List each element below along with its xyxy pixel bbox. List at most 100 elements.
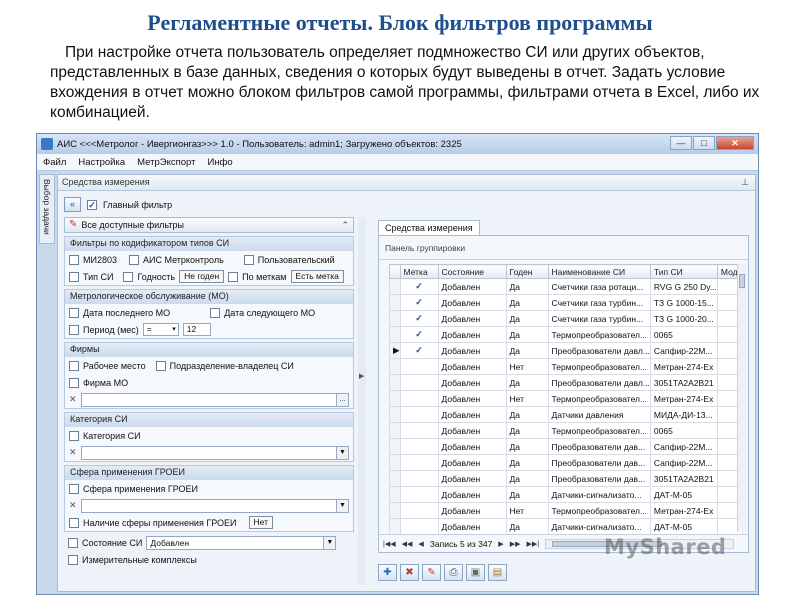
cell-mark[interactable] — [399, 454, 439, 471]
cell-mark[interactable]: ✓ — [399, 310, 439, 327]
cell-type[interactable]: ДАТ-М-05 — [649, 486, 718, 503]
division-checkbox[interactable] — [155, 360, 166, 371]
next-page-icon[interactable]: ▶▶ — [510, 540, 521, 548]
main-filter-checkbox[interactable]: ✓ — [87, 199, 97, 210]
cell-type[interactable]: RVG G 250 Dy... — [649, 278, 718, 295]
col-mark[interactable]: Метка — [399, 264, 439, 279]
row-selector[interactable] — [389, 358, 401, 375]
category-select[interactable]: ▼ — [81, 445, 349, 460]
cell-mark[interactable] — [399, 358, 439, 375]
period-operator-select[interactable]: = ▾ — [142, 323, 179, 336]
cell-valid[interactable]: Да — [505, 454, 549, 471]
has-mark-toggle[interactable]: Есть метка — [290, 270, 344, 283]
cell-type[interactable]: 3051ТА2А2В21 — [649, 470, 718, 487]
cell-mark[interactable] — [399, 438, 439, 455]
clear-firm-icon[interactable]: ✕ — [69, 394, 77, 405]
cell-name[interactable]: Счетчики газа ротаци... — [547, 278, 651, 295]
menu-settings[interactable]: Настройка — [78, 157, 125, 168]
cell-state[interactable]: Добавлен — [437, 374, 507, 391]
report-button[interactable]: ▤ — [488, 564, 507, 581]
collapse-left-button[interactable]: « — [64, 197, 81, 212]
mark-checkbox[interactable] — [414, 442, 424, 452]
cell-state[interactable]: Добавлен — [437, 438, 507, 455]
tab-instruments[interactable]: Средства измерения — [378, 220, 480, 236]
sphere-presence-checkbox[interactable] — [69, 517, 79, 528]
cell-valid[interactable]: Да — [505, 518, 549, 535]
mark-checkbox[interactable]: ✓ — [414, 329, 424, 340]
cell-mark[interactable] — [399, 502, 439, 519]
cell-state[interactable]: Добавлен — [437, 422, 507, 439]
cell-mark[interactable] — [399, 486, 439, 503]
cell-state[interactable]: Добавлен — [437, 406, 507, 423]
si-type-checkbox[interactable] — [69, 271, 79, 282]
cell-state[interactable]: Добавлен — [437, 358, 507, 375]
cell-name[interactable]: Счетчики газа турбин... — [547, 310, 651, 327]
cell-valid[interactable]: Нет — [505, 390, 549, 407]
cell-type[interactable]: Метран-274-Ex — [649, 358, 718, 375]
cell-valid[interactable]: Да — [505, 470, 549, 487]
table-row[interactable]: Добавлен Да Преобразователи дав... 3051ТА2А… — [389, 470, 744, 487]
cell-type[interactable]: ДАТ-М-05 — [649, 518, 718, 535]
all-filters-header[interactable]: ✎ Все доступные фильтры ⌃ — [64, 217, 354, 233]
col-name[interactable]: Наименование СИ — [547, 264, 651, 279]
menu-info[interactable]: Инфо — [207, 157, 232, 168]
mark-checkbox[interactable] — [414, 474, 424, 484]
table-row[interactable]: Добавлен Да Преобразователи дав... Сапфир-2… — [389, 438, 744, 455]
cell-type[interactable]: 0065 — [649, 422, 718, 439]
table-row[interactable]: Добавлен Да Термопреобразовател... 0065 — [389, 422, 744, 439]
ais-metrcontrol-checkbox[interactable] — [129, 254, 139, 265]
table-row[interactable]: Добавлен Да Преобразователи дав... Сапфир-2… — [389, 454, 744, 471]
mi2803-checkbox[interactable] — [69, 254, 79, 265]
table-row[interactable]: ▶ ✓ Добавлен Да Преобразователи давл... Сапфи… — [389, 342, 744, 359]
cell-type[interactable]: 0065 — [649, 326, 718, 343]
cell-name[interactable]: Преобразователи давл... — [547, 374, 651, 391]
cell-valid[interactable]: Нет — [505, 502, 549, 519]
next-mo-checkbox[interactable] — [210, 307, 221, 318]
row-selector[interactable] — [389, 390, 401, 407]
mark-checkbox[interactable]: ✓ — [414, 297, 424, 308]
cell-mark[interactable] — [399, 374, 439, 391]
close-button[interactable]: ✕ — [716, 136, 754, 150]
row-selector[interactable] — [389, 422, 401, 439]
cell-state[interactable]: Добавлен — [437, 502, 507, 519]
custom-checkbox[interactable] — [243, 254, 254, 265]
task-select-tab[interactable]: Выбор задачи — [39, 174, 55, 244]
table-row[interactable]: Добавлен Да Датчики давления МИДА-ДИ-13... — [389, 406, 744, 423]
cell-name[interactable]: Преобразователи дав... — [547, 454, 651, 471]
cell-name[interactable]: Датчики-сигнализато... — [547, 486, 651, 503]
cell-valid[interactable]: Да — [505, 326, 549, 343]
row-selector[interactable] — [389, 294, 401, 311]
row-selector[interactable] — [389, 518, 401, 535]
mark-checkbox[interactable] — [414, 362, 424, 372]
group-panel[interactable]: Панель группировки — [379, 236, 748, 260]
splitter[interactable]: ▶ — [358, 217, 366, 585]
cell-mark[interactable] — [399, 422, 439, 439]
pin-icon[interactable]: ⊥ — [741, 175, 749, 190]
cell-state[interactable]: Добавлен — [437, 518, 507, 535]
scroll-thumb[interactable] — [739, 274, 745, 288]
chevron-up-icon[interactable]: ⌃ — [341, 218, 349, 232]
mark-checkbox[interactable]: ✓ — [414, 281, 424, 292]
cell-mark[interactable]: ✓ — [399, 278, 439, 295]
cell-name[interactable]: Термопреобразовател... — [547, 326, 651, 343]
cell-valid[interactable]: Нет — [505, 358, 549, 375]
mark-checkbox[interactable]: ✓ — [414, 345, 424, 356]
row-selector[interactable] — [389, 502, 401, 519]
validity-checkbox[interactable] — [123, 271, 134, 282]
row-selector[interactable] — [389, 278, 401, 295]
cell-type[interactable]: ТЗ G 1000-15... — [649, 294, 718, 311]
table-row[interactable]: Добавлен Нет Термопреобразовател... Метран-… — [389, 390, 744, 407]
cell-mark[interactable] — [399, 390, 439, 407]
complex-checkbox[interactable] — [68, 554, 78, 565]
sphere-presence-toggle[interactable]: Нет — [248, 516, 273, 529]
row-selector[interactable] — [389, 438, 401, 455]
row-selector[interactable]: ▶ — [389, 342, 401, 359]
cell-name[interactable]: Датчики давления — [547, 406, 651, 423]
col-state[interactable]: Состояние — [437, 264, 507, 279]
maximize-button[interactable]: □ — [693, 136, 715, 150]
cell-valid[interactable]: Да — [505, 422, 549, 439]
next-record-icon[interactable]: ▶ — [498, 540, 503, 548]
cell-valid[interactable]: Да — [505, 294, 549, 311]
row-selector[interactable] — [389, 310, 401, 327]
cell-valid[interactable]: Да — [505, 486, 549, 503]
